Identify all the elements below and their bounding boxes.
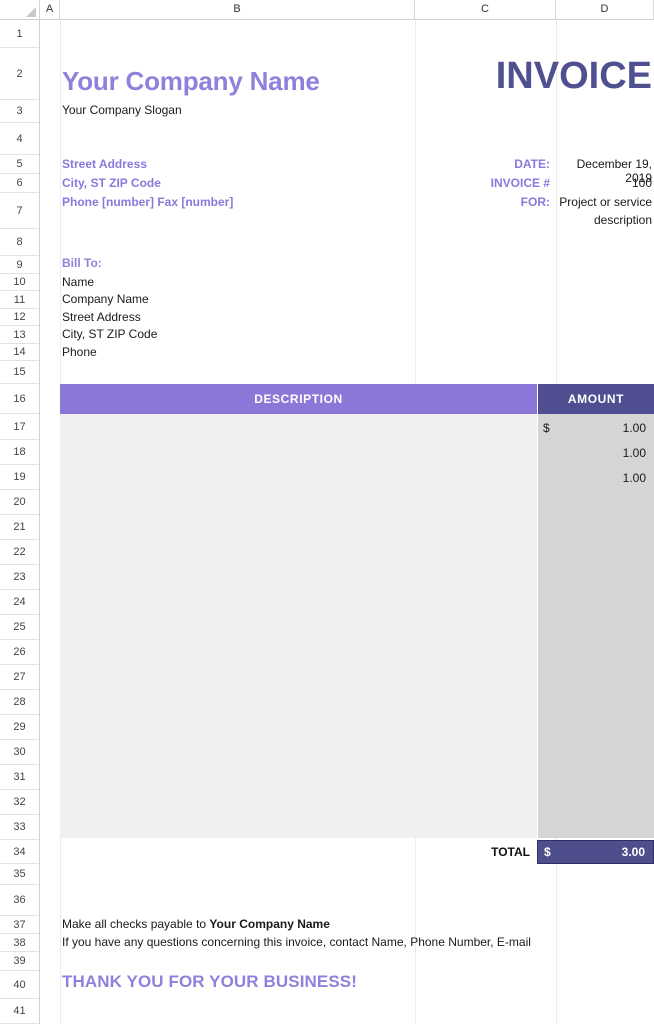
- sender-phone-fax: Phone [number] Fax [number]: [62, 195, 234, 209]
- row-header-30[interactable]: 30: [0, 740, 39, 765]
- row-header-29[interactable]: 29: [0, 715, 39, 740]
- table-header-amount: AMOUNT: [537, 384, 654, 414]
- row-header-4[interactable]: 4: [0, 123, 39, 155]
- row-header-21[interactable]: 21: [0, 515, 39, 540]
- questions-line: If you have any questions concerning thi…: [62, 935, 531, 949]
- row-header-15[interactable]: 15: [0, 361, 39, 384]
- for-value-line2: description: [593, 213, 652, 227]
- date-label: DATE:: [514, 157, 550, 171]
- invoice-number-label: INVOICE #: [490, 176, 550, 190]
- company-slogan: Your Company Slogan: [62, 103, 182, 117]
- row-header-25[interactable]: 25: [0, 615, 39, 640]
- row-header-6[interactable]: 6: [0, 174, 39, 193]
- invoice-title: INVOICE: [495, 55, 652, 97]
- thank-you-message: THANK YOU FOR YOUR BUSINESS!: [62, 972, 357, 991]
- row-header-5[interactable]: 5: [0, 155, 39, 174]
- total-amount: 3.00: [621, 845, 645, 859]
- bill-to-city-state-zip: City, ST ZIP Code: [62, 327, 158, 341]
- table-row[interactable]: 1.00: [537, 441, 654, 465]
- row-header-41[interactable]: 41: [0, 999, 39, 1024]
- sender-city-state-zip: City, ST ZIP Code: [62, 176, 161, 190]
- checks-payable-line: Make all checks payable to Your Company …: [62, 917, 330, 931]
- line-item-amount: 1.00: [622, 471, 646, 485]
- column-header-bar: A B C D: [0, 0, 654, 20]
- line-item-currency: $: [543, 421, 550, 435]
- company-name: Your Company Name: [62, 66, 320, 96]
- row-header-19[interactable]: 19: [0, 465, 39, 490]
- row-header-22[interactable]: 22: [0, 540, 39, 565]
- row-header-34[interactable]: 34: [0, 840, 39, 864]
- spreadsheet-canvas: A B C D 1 2 3 4 5 6 7 8 9 10 11 12 13 14 15 16 17 18 19 20 2…: [0, 0, 654, 1024]
- column-header-b[interactable]: B: [60, 0, 415, 19]
- row-header-27[interactable]: 27: [0, 665, 39, 690]
- total-currency: $: [544, 845, 551, 859]
- table-row[interactable]: 1.00: [537, 466, 654, 490]
- row-header-37[interactable]: 37: [0, 916, 39, 934]
- row-header-3[interactable]: 3: [0, 100, 39, 123]
- row-header-14[interactable]: 14: [0, 344, 39, 361]
- row-header-2[interactable]: 2: [0, 48, 39, 100]
- row-header-28[interactable]: 28: [0, 690, 39, 715]
- column-header-d[interactable]: D: [556, 0, 654, 19]
- row-header-39[interactable]: 39: [0, 952, 39, 971]
- for-value-line1: Project or service: [559, 195, 652, 209]
- row-header-18[interactable]: 18: [0, 440, 39, 465]
- bill-to-street: Street Address: [62, 310, 141, 324]
- row-header-11[interactable]: 11: [0, 291, 39, 309]
- row-header-1[interactable]: 1: [0, 20, 39, 48]
- row-header-26[interactable]: 26: [0, 640, 39, 665]
- row-header-9[interactable]: 9: [0, 256, 39, 274]
- total-label: TOTAL: [491, 845, 530, 859]
- row-header-23[interactable]: 23: [0, 565, 39, 590]
- line-item-amount: 1.00: [622, 446, 646, 460]
- line-item-amount: 1.00: [622, 421, 646, 435]
- row-header-36[interactable]: 36: [0, 885, 39, 916]
- bill-to-heading: Bill To:: [62, 256, 102, 270]
- row-header-13[interactable]: 13: [0, 326, 39, 344]
- total-amount-cell[interactable]: $ 3.00: [537, 840, 654, 864]
- table-header-description: DESCRIPTION: [60, 384, 537, 414]
- column-header-a[interactable]: A: [40, 0, 60, 19]
- for-label: FOR:: [520, 195, 550, 209]
- bill-to-phone: Phone: [62, 345, 97, 359]
- row-header-33[interactable]: 33: [0, 815, 39, 840]
- sheet-body: Your Company Name Your Company Slogan IN…: [40, 20, 654, 1024]
- row-header-38[interactable]: 38: [0, 934, 39, 952]
- column-header-c[interactable]: C: [415, 0, 556, 19]
- row-header-10[interactable]: 10: [0, 274, 39, 291]
- select-all-corner[interactable]: [0, 0, 40, 19]
- bill-to-company: Company Name: [62, 292, 149, 306]
- row-header-12[interactable]: 12: [0, 309, 39, 326]
- row-header-20[interactable]: 20: [0, 490, 39, 515]
- row-header-40[interactable]: 40: [0, 971, 39, 999]
- row-header-7[interactable]: 7: [0, 193, 39, 229]
- row-header-17[interactable]: 17: [0, 414, 39, 440]
- description-column-body[interactable]: [60, 414, 537, 838]
- table-row[interactable]: $ 1.00: [537, 416, 654, 440]
- checks-payable-company: Your Company Name: [209, 917, 330, 931]
- bill-to-name: Name: [62, 275, 95, 289]
- row-header-8[interactable]: 8: [0, 229, 39, 256]
- row-header-16[interactable]: 16: [0, 384, 39, 414]
- checks-payable-prefix: Make all checks payable to: [62, 917, 210, 931]
- sender-street: Street Address: [62, 157, 147, 171]
- invoice-number-value: 100: [631, 176, 652, 190]
- row-header-35[interactable]: 35: [0, 864, 39, 885]
- row-header-24[interactable]: 24: [0, 590, 39, 615]
- row-header-32[interactable]: 32: [0, 790, 39, 815]
- row-header-bar: 1 2 3 4 5 6 7 8 9 10 11 12 13 14 15 16 17 18 19 20 21 22 23 24 2…: [0, 20, 40, 1024]
- row-header-31[interactable]: 31: [0, 765, 39, 790]
